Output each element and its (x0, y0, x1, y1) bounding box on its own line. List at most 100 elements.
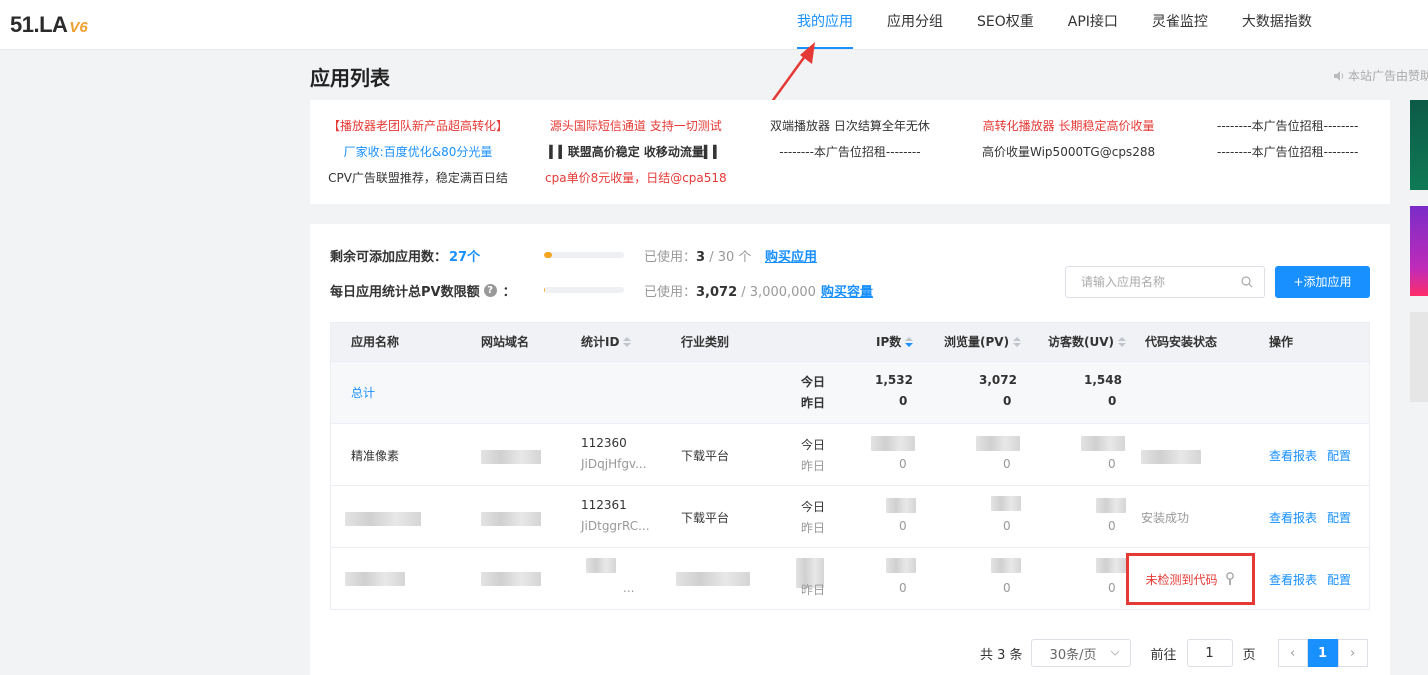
prev-page-button[interactable]: ‹ (1277, 639, 1308, 667)
ad-link[interactable]: CPV广告联盟推荐，稳定满百日结 (328, 170, 508, 186)
blurred-domain (481, 450, 541, 464)
app-name: 精准像素 (351, 449, 400, 463)
config-link[interactable]: 配置 (1327, 509, 1351, 526)
header-label: IP数 (876, 335, 902, 349)
yesterday-label: 昨日 (801, 521, 826, 535)
side-ad-image[interactable] (1410, 312, 1428, 402)
add-app-button[interactable]: +添加应用 (1275, 266, 1370, 298)
pv-quota-label: 每日应用统计总PV数限额 (330, 285, 480, 300)
ad-link[interactable]: 双端播放器 日次结算全年无休 (770, 118, 930, 134)
view-report-link[interactable]: 查看报表 (1269, 447, 1317, 464)
today-label: 今日 (801, 500, 826, 514)
app-table: 应用名称 网站域名 统计ID 行业类别 IP数 浏览量(PV) 访客数(UV) … (330, 322, 1370, 610)
config-link[interactable]: 配置 (1327, 571, 1351, 588)
nav-monitor[interactable]: 灵雀监控 (1135, 0, 1225, 50)
header-label: 代码安装状态 (1145, 335, 1218, 349)
total-uv-today: 1,548 (1084, 373, 1122, 387)
ad-link[interactable]: --------本广告位招租-------- (1217, 144, 1358, 160)
stat-key: JiDqjHfgv... (581, 457, 647, 471)
site-logo[interactable]: 51.LA V6 (10, 12, 88, 37)
ad-link[interactable]: 厂家收:百度优化&80分光量 (344, 144, 493, 160)
used-prefix: 已使用： (644, 250, 697, 265)
blurred-uv (1081, 436, 1125, 451)
pv-used-value: 3,072 (696, 285, 738, 300)
pv-quota-used: 已使用：3,072 / 3,000,000 (644, 281, 816, 300)
table-row: ... 昨日 0 0 0 未检测到代码 查看报表 配置 (331, 547, 1369, 609)
sort-icon[interactable] (1118, 337, 1127, 347)
speaker-icon (1334, 70, 1344, 81)
total-pv-today: 3,072 (979, 373, 1017, 387)
blurred-ip (886, 558, 916, 573)
view-report-link[interactable]: 查看报表 (1269, 571, 1317, 588)
page-size-select[interactable]: 30条/页 (1030, 639, 1131, 667)
view-report-link[interactable]: 查看报表 (1269, 509, 1317, 526)
header-label: 操作 (1269, 335, 1294, 349)
ad-link[interactable]: 源头国际短信通道 支持一切测试 (550, 118, 722, 134)
pv-yesterday: 0 (1003, 581, 1011, 595)
ad-link[interactable]: --------本广告位招租-------- (779, 144, 920, 160)
header-label: 统计ID (581, 335, 620, 349)
ip-yesterday: 0 (899, 519, 907, 533)
app-search-box (1065, 266, 1265, 298)
ad-link[interactable]: ▍▍联盟高价稳定 收移动流量▍▍ (549, 144, 722, 160)
blurred-pv (976, 436, 1020, 451)
col-uv[interactable]: 访客数(UV) (1048, 323, 1127, 361)
col-stat-id[interactable]: 统计ID (581, 323, 632, 361)
total-label: 总计 (351, 386, 376, 400)
ad-link[interactable]: 高转化播放器 长期稳定高价收量 (983, 118, 1155, 134)
nav-app-groups[interactable]: 应用分组 (870, 0, 960, 50)
ad-link[interactable]: 高价收量Wip5000TG@cps288 (982, 144, 1155, 160)
page-1-button[interactable]: 1 (1307, 639, 1338, 667)
table-total-row: 总计 今日 昨日 1,532 0 3,072 0 1,548 0 (331, 361, 1369, 423)
header-label: 行业类别 (681, 335, 730, 349)
app-search-input[interactable] (1081, 275, 1241, 289)
stat-id: 112361 (581, 498, 627, 512)
buy-app-link[interactable]: 购买应用 (765, 246, 817, 265)
page-title: 应用列表 (310, 66, 390, 90)
yesterday-label: 昨日 (801, 459, 826, 473)
ad-link[interactable]: 【播放器老团队新产品超高转化】 (328, 118, 508, 134)
col-domain: 网站域名 (481, 323, 529, 361)
ad-link[interactable]: --------本广告位招租-------- (1217, 118, 1358, 134)
nav-seo-weight[interactable]: SEO权重 (960, 0, 1051, 50)
pv-quota-progress (544, 287, 624, 293)
side-ad-image[interactable] (1410, 206, 1428, 296)
help-icon[interactable]: ? (483, 284, 497, 297)
search-icon[interactable] (1241, 276, 1253, 288)
blurred-status (1141, 450, 1201, 464)
blurred-pv (991, 558, 1021, 573)
ip-yesterday: 0 (899, 457, 907, 471)
side-ad-image[interactable] (1410, 100, 1428, 190)
blurred-uv (1096, 558, 1126, 573)
nav-api[interactable]: API接口 (1051, 0, 1135, 50)
config-link[interactable]: 配置 (1327, 447, 1351, 464)
pagination-total: 共 3 条 (980, 647, 1023, 663)
total-uv-yesterday: 0 (1108, 394, 1117, 408)
col-ip[interactable]: IP数 (876, 323, 914, 361)
header-label: 网站域名 (481, 335, 530, 349)
sort-icon[interactable] (905, 337, 914, 347)
main-nav: 我的应用 应用分组 SEO权重 API接口 灵雀监控 大数据指数 (780, 0, 1329, 50)
app-quota-remaining: 27个 (449, 250, 481, 265)
pv-total: / 3,000,000 (737, 285, 816, 300)
pv-quota-colon: ： (502, 285, 516, 300)
buy-capacity-link[interactable]: 购买容量 (821, 281, 873, 300)
goto-page-input[interactable] (1186, 639, 1233, 667)
header-label: 浏览量(PV) (944, 335, 1010, 349)
today-label: 今日 (801, 438, 826, 452)
wrench-icon[interactable] (1224, 572, 1236, 586)
today-label: 今日 (801, 375, 826, 389)
sort-icon[interactable] (623, 337, 632, 347)
sort-icon[interactable] (1013, 337, 1022, 347)
pv-yesterday: 0 (1003, 519, 1011, 533)
total-ip-today: 1,532 (875, 373, 913, 387)
col-pv[interactable]: 浏览量(PV) (944, 323, 1022, 361)
blurred-stat-id (586, 558, 616, 573)
table-header: 应用名称 网站域名 统计ID 行业类别 IP数 浏览量(PV) 访客数(UV) … (331, 323, 1369, 361)
logo-version: V6 (69, 19, 88, 36)
ad-link[interactable]: cpa单价8元收量，日结@cpa518 (545, 170, 727, 186)
blurred-app-name (345, 572, 405, 586)
pv-quota-row: 每日应用统计总PV数限额 ? ： (330, 281, 516, 300)
next-page-button[interactable]: › (1337, 639, 1368, 667)
nav-big-data-index[interactable]: 大数据指数 (1225, 0, 1329, 50)
